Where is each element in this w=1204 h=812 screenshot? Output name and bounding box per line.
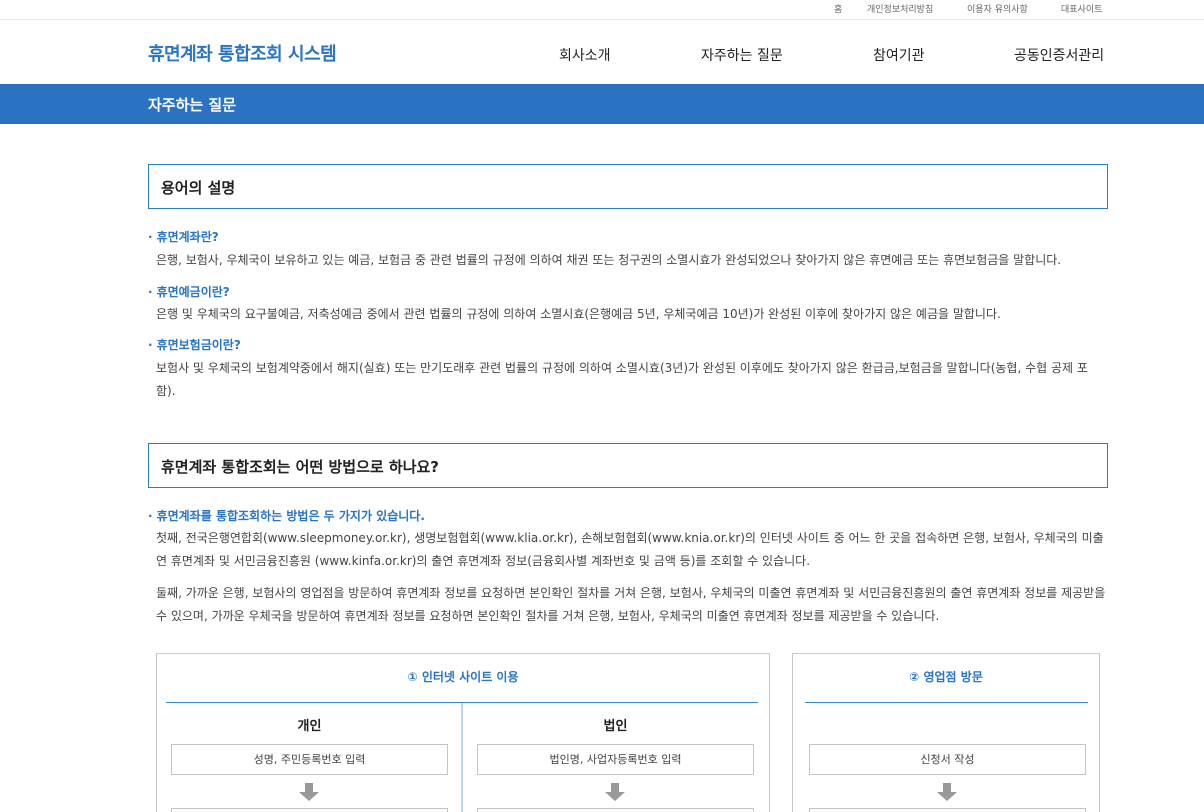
utility-bar: 홈 개인정보처리방침 이용자 유의사항 대표사이트 [0, 0, 1204, 20]
arrow-down-icon [937, 783, 957, 803]
term-answer: 보험사 및 우체국의 보험계약중에서 해지(실효) 또는 만기도래후 관련 법률… [156, 361, 1088, 398]
terms-section-title: 용어의 설명 [161, 179, 236, 197]
term-question: 휴면계좌란? [148, 228, 219, 245]
page-title-bar: 자주하는 질문 [0, 84, 1204, 124]
personal-column-title: 개인 [297, 719, 322, 734]
branch-step-1: 신청서 작성 [809, 744, 1086, 775]
method-question: 휴면계좌를 통합조회하는 방법은 두 가지가 있습니다. [148, 507, 425, 524]
site-logo[interactable]: 휴면계좌 통합조회 시스템 [148, 40, 337, 66]
method-section-title: 휴면계좌 통합조회는 어떤 방법으로 하나요? [161, 458, 439, 476]
procedure-branch-title: ② 영업점 방문 [909, 670, 983, 684]
util-link-home[interactable]: 홈 [834, 2, 842, 15]
util-link-main-site[interactable]: 대표사이트 [1061, 2, 1102, 15]
method-paragraph-1: 첫째, 전국은행연합회(www.sleepmoney.or.kr), 생명보험협… [156, 531, 1104, 568]
method-section-header: 휴면계좌 통합조회는 어떤 방법으로 하나요? [148, 443, 1108, 488]
term-question: 휴면예금이란? [148, 283, 230, 300]
term-question: 휴면보험금이란? [148, 336, 241, 353]
procedure-column-divider [461, 703, 463, 812]
corporate-step-2 [477, 808, 754, 812]
personal-step-2 [171, 808, 448, 812]
term-answer: 은행, 보험사, 우체국이 보유하고 있는 예금, 보험금 중 관련 법률의 규… [156, 253, 1062, 267]
nav-item-faq[interactable]: 자주하는 질문 [701, 45, 783, 65]
nav-item-institutions[interactable]: 참여기관 [873, 45, 925, 65]
nav-item-certificate[interactable]: 공동인증서관리 [1014, 45, 1104, 65]
arrow-down-icon [299, 783, 319, 803]
procedure-internet-title: ① 인터넷 사이트 이용 [407, 670, 519, 684]
terms-section-header: 용어의 설명 [148, 164, 1108, 209]
util-link-notice[interactable]: 이용자 유의사항 [967, 2, 1028, 15]
procedure-branch-rule [805, 702, 1088, 703]
nav-item-company[interactable]: 회사소개 [559, 45, 611, 65]
header: 휴면계좌 통합조회 시스템 회사소개 자주하는 질문 참여기관 공동인증서관리 [0, 20, 1204, 84]
arrow-down-icon [605, 783, 625, 803]
corporate-step-1: 법인명, 사업자등록번호 입력 [477, 744, 754, 775]
term-answer: 은행 및 우체국의 요구불예금, 저축성예금 중에서 관련 법률의 규정에 의하… [156, 307, 1001, 321]
util-link-privacy[interactable]: 개인정보처리방침 [867, 2, 933, 15]
page-title: 자주하는 질문 [148, 96, 237, 114]
personal-step-1: 성명, 주민등록번호 입력 [171, 744, 448, 775]
corporate-column-title: 법인 [603, 719, 628, 734]
branch-step-2 [809, 808, 1086, 812]
method-paragraph-2: 둘째, 가까운 은행, 보험사의 영업점을 방문하여 휴면계좌 정보를 요청하면… [156, 586, 1106, 623]
